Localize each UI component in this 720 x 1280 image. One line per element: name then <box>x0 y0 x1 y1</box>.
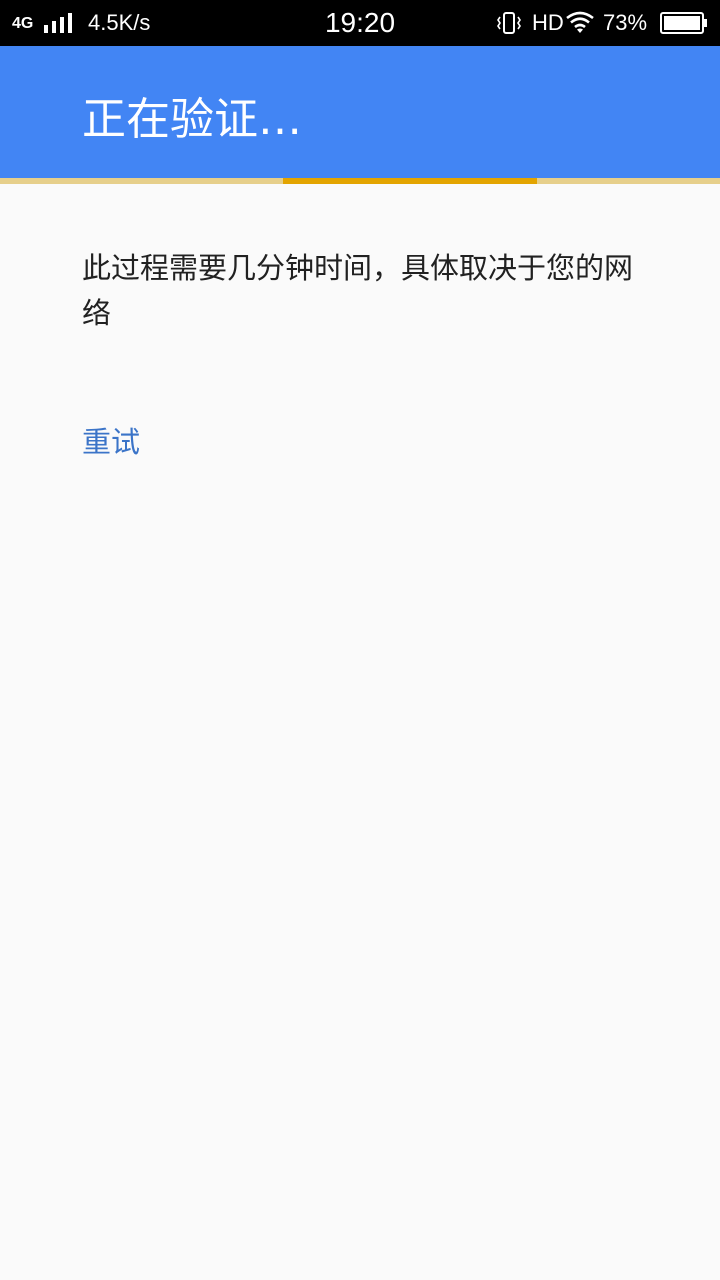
wifi-icon <box>566 11 594 33</box>
battery-percent: 73% <box>603 10 648 35</box>
hd-indicator: HD <box>532 10 564 35</box>
page-title: 正在验证… <box>82 94 302 145</box>
battery-icon <box>660 12 707 34</box>
status-bar: 4G 4.5K/s 19:20 HD 73% <box>0 0 720 46</box>
progress-indicator <box>283 178 537 184</box>
retry-button[interactable]: 重试 <box>82 420 140 464</box>
verification-message: 此过程需要几分钟时间，具体取决于您的网络 <box>82 251 634 330</box>
app-bar: 正在验证… <box>0 46 720 178</box>
vibrate-icon <box>497 12 521 34</box>
progress-bar <box>0 178 720 184</box>
